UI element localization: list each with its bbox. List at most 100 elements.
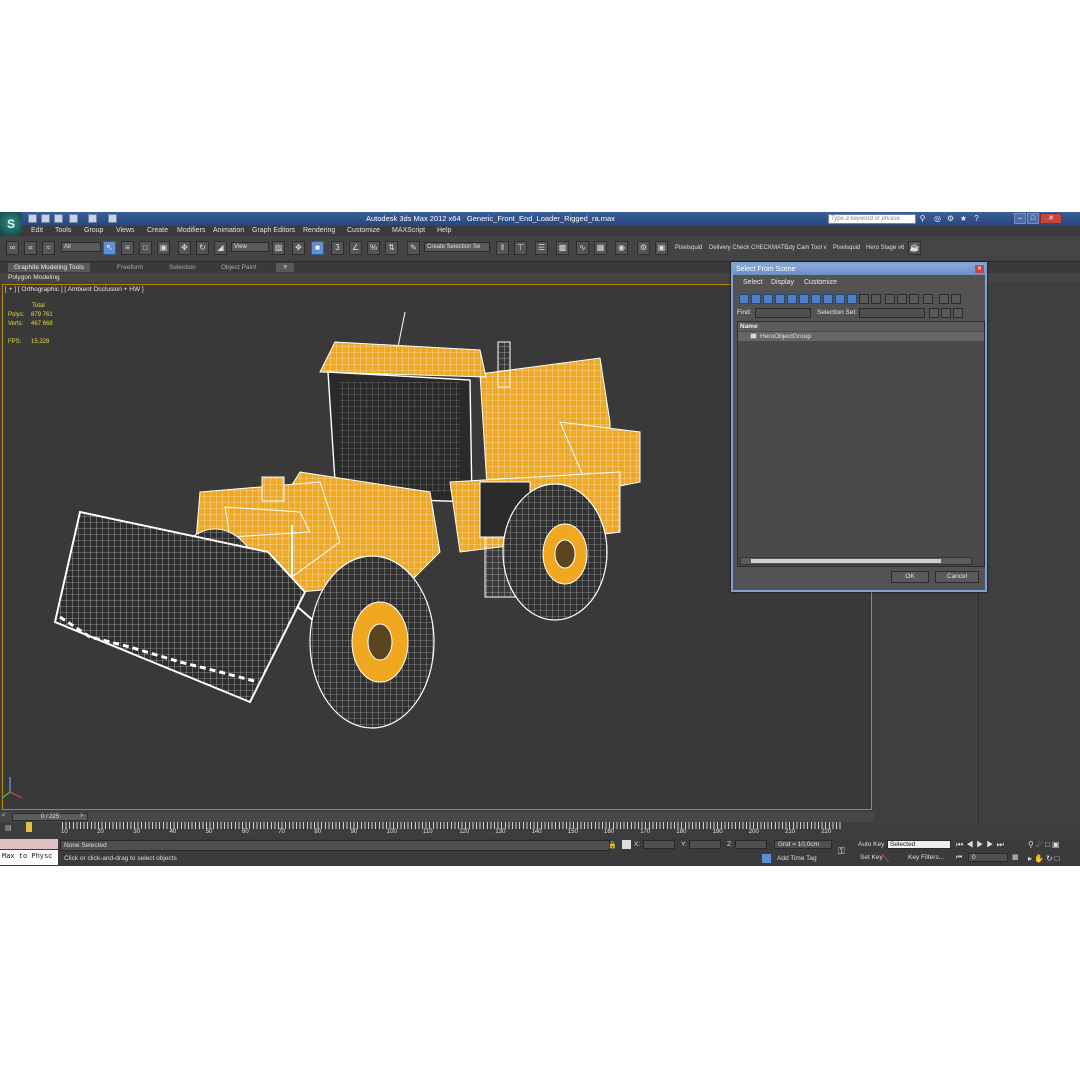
angle-snap-icon[interactable]: ∠ xyxy=(349,241,362,255)
viewport-navigation-icons-2[interactable]: ▸✋↻□ xyxy=(1028,854,1062,863)
column-header-name[interactable]: Name xyxy=(738,322,984,331)
select-by-name-icon[interactable]: ≡ xyxy=(121,241,134,255)
display-frozen-icon[interactable] xyxy=(859,294,869,304)
display-space-warps-icon[interactable] xyxy=(799,294,809,304)
align-icon[interactable]: ⊤ xyxy=(514,241,527,255)
display-hidden-icon[interactable] xyxy=(871,294,881,304)
subscription-icon[interactable]: ⚙ xyxy=(946,214,955,223)
display-shapes-icon[interactable] xyxy=(751,294,761,304)
selection-filter-dropdown[interactable]: All xyxy=(61,242,101,252)
display-none-icon[interactable] xyxy=(897,294,907,304)
minimize-button[interactable]: – xyxy=(1014,213,1026,224)
scene-object-list[interactable]: Name HeroObjectGroup xyxy=(737,321,985,567)
filter-options-icon[interactable] xyxy=(951,294,961,304)
pivot-center-icon[interactable]: ▨ xyxy=(272,241,285,255)
display-xrefs-icon[interactable] xyxy=(823,294,833,304)
scrollbar-thumb[interactable] xyxy=(751,559,941,563)
menu-tools[interactable]: Tools xyxy=(55,227,71,234)
spinner-snap-icon[interactable]: ⇅ xyxy=(385,241,398,255)
menu-rendering[interactable]: Rendering xyxy=(303,227,335,234)
z-coordinate-field[interactable] xyxy=(735,840,767,849)
project-folder-icon[interactable] xyxy=(108,214,117,223)
display-geometry-icon[interactable] xyxy=(739,294,749,304)
dialog-close-icon[interactable]: ✕ xyxy=(975,265,984,273)
y-coordinate-field[interactable] xyxy=(689,840,721,849)
select-manipulate-icon[interactable]: ✥ xyxy=(292,241,305,255)
schematic-view-icon[interactable]: ▦ xyxy=(594,241,607,255)
ok-button[interactable]: OK xyxy=(891,571,929,583)
time-slider[interactable]: 0 / 225 xyxy=(12,813,88,821)
tab-object-paint[interactable]: Object Paint xyxy=(215,263,262,272)
selection-set-select-icon[interactable] xyxy=(953,308,963,318)
graphite-toggle-icon[interactable]: ▩ xyxy=(556,241,569,255)
dialog-title[interactable]: Select From Scene xyxy=(733,264,985,275)
filter-icon[interactable] xyxy=(939,294,949,304)
playback-controls-icons[interactable]: ⏮◀▶▶⏭ xyxy=(956,840,1007,850)
maxscript-listener-output[interactable] xyxy=(0,839,58,849)
menu-help[interactable]: Help xyxy=(437,227,451,234)
time-slider-track[interactable] xyxy=(0,812,874,822)
set-key-button[interactable]: Set Key xyxy=(860,854,883,861)
display-cameras-icon[interactable] xyxy=(775,294,785,304)
mini-curve-editor-icon[interactable]: ▤ xyxy=(5,824,12,832)
selection-set-remove-icon[interactable] xyxy=(941,308,951,318)
tab-freeform[interactable]: Freeform xyxy=(111,263,149,272)
key-filters-button[interactable]: Key Filters... xyxy=(908,854,944,861)
tab-selection[interactable]: Selection xyxy=(163,263,202,272)
plugin-delivery-check[interactable]: Delivery Check xyxy=(709,245,749,251)
dialog-menu-customize[interactable]: Customize xyxy=(804,279,837,286)
selection-set-dropdown[interactable] xyxy=(859,308,925,318)
menu-graph-editors[interactable]: Graph Editors xyxy=(252,227,295,234)
tab-graphite-modeling-tools[interactable]: Graphite Modeling Tools xyxy=(8,263,90,272)
display-containers-icon[interactable] xyxy=(847,294,857,304)
menu-maxscript[interactable]: MAXScript xyxy=(392,227,425,234)
selection-set-add-icon[interactable] xyxy=(929,308,939,318)
dialog-menu-display[interactable]: Display xyxy=(771,279,794,286)
mirror-icon[interactable]: ‖ xyxy=(496,241,509,255)
display-all-icon[interactable] xyxy=(885,294,895,304)
list-item[interactable]: HeroObjectGroup xyxy=(738,332,984,341)
snaps-toggle-icon[interactable]: 3 xyxy=(331,241,344,255)
rotate-icon[interactable]: ↻ xyxy=(196,241,209,255)
lock-selection-icon[interactable]: 🔒 xyxy=(608,841,617,849)
bind-space-warp-icon[interactable]: ≈ xyxy=(42,241,55,255)
time-tag-icon[interactable] xyxy=(762,854,771,863)
teapot-icon[interactable]: ☕ xyxy=(908,241,921,255)
menu-create[interactable]: Create xyxy=(147,227,168,234)
application-menu-logo[interactable]: S xyxy=(0,212,22,236)
find-input[interactable] xyxy=(755,308,811,318)
render-setup-icon[interactable]: ⚙ xyxy=(637,241,650,255)
menu-animation[interactable]: Animation xyxy=(213,227,244,234)
display-groups-icon[interactable] xyxy=(811,294,821,304)
horizontal-scrollbar[interactable] xyxy=(740,557,972,565)
new-file-icon[interactable] xyxy=(28,214,37,223)
link-icon[interactable]: ∞ xyxy=(6,241,19,255)
render-frame-icon[interactable]: ▣ xyxy=(655,241,668,255)
add-time-tag[interactable]: Add Time Tag xyxy=(777,855,817,862)
open-file-icon[interactable] xyxy=(41,214,50,223)
rectangular-selection-icon[interactable]: □ xyxy=(139,241,152,255)
plugin-checkmate[interactable]: CHECKMATE xyxy=(751,245,788,251)
unlink-icon[interactable]: ∝ xyxy=(24,241,37,255)
reference-coordinate-dropdown[interactable]: View xyxy=(231,242,269,252)
display-lights-icon[interactable] xyxy=(763,294,773,304)
key-mode-dropdown[interactable]: Selected xyxy=(887,840,951,849)
sync-selection-icon[interactable] xyxy=(923,294,933,304)
time-prev-icon[interactable]: < xyxy=(2,813,6,819)
ribbon-options-icon[interactable]: ▼ xyxy=(276,263,295,272)
curve-editor-icon[interactable]: ∿ xyxy=(576,241,589,255)
plugin-hero-stage[interactable]: Hero Stage v6 xyxy=(866,245,904,251)
menu-views[interactable]: Views xyxy=(116,227,135,234)
dialog-menu-select[interactable]: Select xyxy=(743,279,762,286)
window-crossing-icon[interactable]: ▣ xyxy=(157,241,170,255)
x-coordinate-field[interactable] xyxy=(643,840,675,849)
cancel-button[interactable]: Cancel xyxy=(935,571,979,583)
time-next-icon[interactable]: > xyxy=(80,813,84,819)
redo-icon[interactable] xyxy=(88,214,97,223)
binoculars-icon[interactable]: ⚲ xyxy=(918,214,927,223)
set-key-icon[interactable]: ⚿ xyxy=(838,846,845,857)
auto-key-button[interactable]: Auto Key xyxy=(858,841,884,848)
close-button[interactable]: ✕ xyxy=(1040,213,1062,224)
menu-customize[interactable]: Customize xyxy=(347,227,380,234)
plugin-pixelsquid[interactable]: Pixelsquid xyxy=(675,245,702,251)
